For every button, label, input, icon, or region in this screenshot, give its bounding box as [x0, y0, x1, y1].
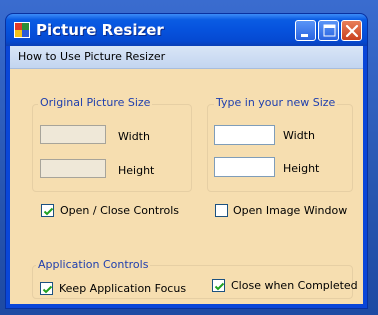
client-area: How to Use Picture Resizer Original Pict… [10, 46, 363, 304]
original-size-group [32, 104, 192, 192]
keep-focus-checkbox[interactable] [40, 282, 53, 295]
checkmark-icon [42, 285, 53, 294]
checkmark-icon [43, 207, 54, 216]
maximize-icon [323, 24, 336, 37]
app-controls-title: Application Controls [36, 258, 151, 271]
open-close-controls-label[interactable]: Open / Close Controls [60, 204, 179, 217]
app-icon [14, 22, 30, 38]
close-icon [345, 24, 359, 38]
new-height-input[interactable] [214, 157, 275, 177]
app-window: Picture Resizer How to Use Picture Resiz… [6, 14, 367, 308]
new-height-label: Height [283, 162, 320, 175]
open-image-window-label[interactable]: Open Image Window [233, 204, 347, 217]
original-width-label: Width [118, 130, 150, 143]
original-width-field [40, 125, 106, 144]
window-title: Picture Resizer [36, 21, 164, 39]
menu-item-how-to-use[interactable]: How to Use Picture Resizer [18, 50, 165, 63]
minimize-icon [301, 34, 308, 37]
title-bar[interactable]: Picture Resizer [6, 14, 367, 46]
open-image-window-checkbox[interactable] [215, 204, 228, 217]
original-height-label: Height [118, 164, 155, 177]
original-size-title: Original Picture Size [38, 96, 153, 109]
new-size-group [207, 104, 353, 192]
open-close-controls-checkbox[interactable] [41, 204, 54, 217]
new-size-title: Type in your new Size [214, 96, 338, 109]
minimize-button[interactable] [295, 20, 316, 41]
close-when-completed-checkbox[interactable] [212, 279, 225, 292]
maximize-button[interactable] [318, 20, 339, 41]
close-button[interactable] [341, 20, 362, 41]
new-width-input[interactable] [214, 125, 275, 145]
keep-focus-label[interactable]: Keep Application Focus [59, 282, 186, 295]
new-width-label: Width [283, 129, 315, 142]
menu-bar: How to Use Picture Resizer [10, 46, 363, 69]
original-height-field [40, 159, 106, 178]
checkmark-icon [214, 282, 225, 291]
close-when-completed-label[interactable]: Close when Completed [231, 279, 358, 292]
